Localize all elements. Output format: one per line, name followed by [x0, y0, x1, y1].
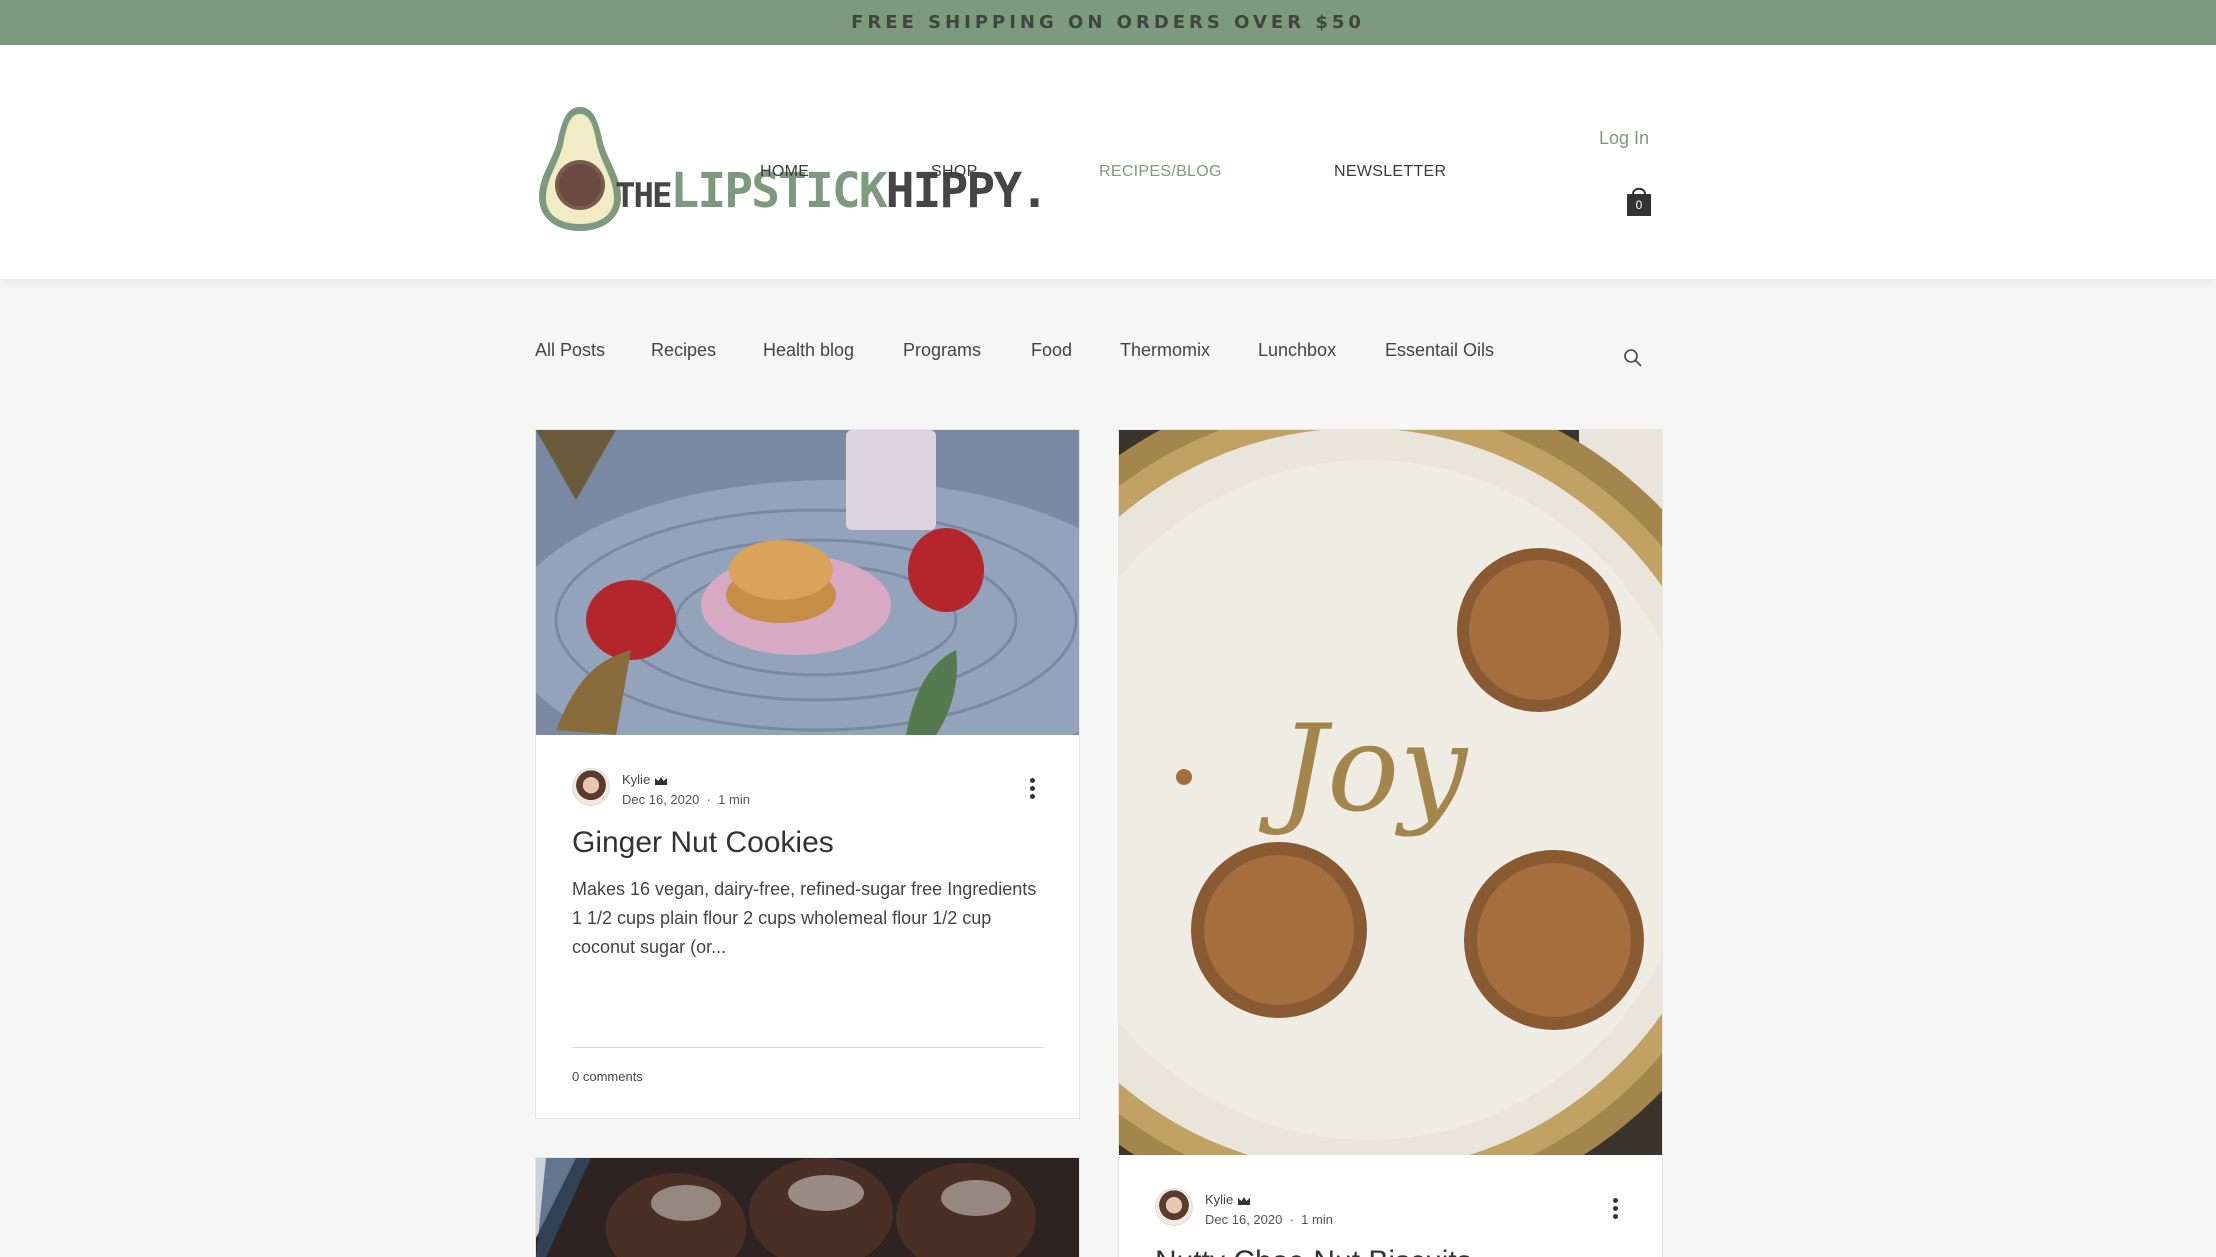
post-image: [536, 1158, 1079, 1257]
author-avatar[interactable]: [1155, 1188, 1193, 1226]
category-essential-oils[interactable]: Essentail Oils: [1385, 340, 1494, 361]
main-nav: HOME SHOP RECIPES/BLOG NEWSLETTER: [0, 163, 2216, 193]
author-avatar[interactable]: [572, 768, 610, 806]
category-lunchbox[interactable]: Lunchbox: [1258, 340, 1336, 361]
post-date: Dec 16, 2020: [1205, 1212, 1283, 1227]
cart-count: 0: [1635, 198, 1643, 212]
category-thermomix[interactable]: Thermomix: [1120, 340, 1210, 361]
author-name[interactable]: Kylie: [622, 772, 668, 787]
nav-newsletter[interactable]: NEWSLETTER: [1334, 163, 1446, 181]
card-divider: [572, 1047, 1044, 1048]
more-actions-icon[interactable]: [1030, 778, 1036, 800]
author-name[interactable]: Kylie: [1205, 1192, 1251, 1207]
more-actions-icon[interactable]: [1613, 1198, 1619, 1220]
category-food[interactable]: Food: [1031, 340, 1072, 361]
post-excerpt[interactable]: Makes 16 vegan, dairy-free, refined-suga…: [572, 875, 1042, 962]
nav-shop[interactable]: SHOP: [931, 163, 978, 181]
nav-home[interactable]: HOME: [760, 163, 809, 181]
post-date: Dec 16, 2020: [622, 792, 700, 807]
meta-separator: ·: [706, 792, 711, 807]
admin-crown-icon: [1238, 1196, 1251, 1205]
read-time: 1 min: [1301, 1212, 1333, 1227]
post-card[interactable]: Kylie Dec 16, 2020 · 1 min Ginger Nut Co…: [535, 429, 1080, 1119]
post-title[interactable]: Nutty Choc-Nut Biscuits: [1155, 1245, 1472, 1257]
meta-separator: ·: [1289, 1212, 1294, 1227]
promo-banner: FREE SHIPPING ON ORDERS OVER $50: [0, 0, 2216, 45]
post-meta: Dec 16, 2020 · 1 min: [622, 792, 750, 807]
read-time: 1 min: [718, 792, 750, 807]
post-image: Joy: [1119, 430, 1662, 1155]
nav-recipes-blog[interactable]: RECIPES/BLOG: [1099, 163, 1222, 181]
search-icon: [1624, 349, 1642, 367]
comments-count[interactable]: 0 comments: [572, 1069, 643, 1084]
category-health-blog[interactable]: Health blog: [763, 340, 854, 361]
promo-text: FREE SHIPPING ON ORDERS OVER $50: [851, 12, 1365, 33]
post-meta: Dec 16, 2020 · 1 min: [1205, 1212, 1333, 1227]
category-recipes[interactable]: Recipes: [651, 340, 716, 361]
category-programs[interactable]: Programs: [903, 340, 981, 361]
post-title[interactable]: Ginger Nut Cookies: [572, 826, 834, 860]
image-joy-text: Joy: [1258, 700, 1469, 839]
category-bar: All Posts Recipes Health blog Programs F…: [535, 340, 1665, 370]
post-card[interactable]: [535, 1157, 1080, 1257]
post-image: [536, 430, 1079, 735]
cart-button[interactable]: 0: [1625, 184, 1653, 218]
login-link[interactable]: Log In: [1599, 128, 1649, 149]
post-card[interactable]: Joy Kylie Dec 16, 2020 · 1 min Nutty Cho…: [1118, 429, 1663, 1257]
category-all-posts[interactable]: All Posts: [535, 340, 605, 361]
site-header: THELIPSTICKHIPPY.: [0, 45, 2216, 279]
search-button[interactable]: [1623, 348, 1643, 368]
admin-crown-icon: [655, 776, 668, 785]
